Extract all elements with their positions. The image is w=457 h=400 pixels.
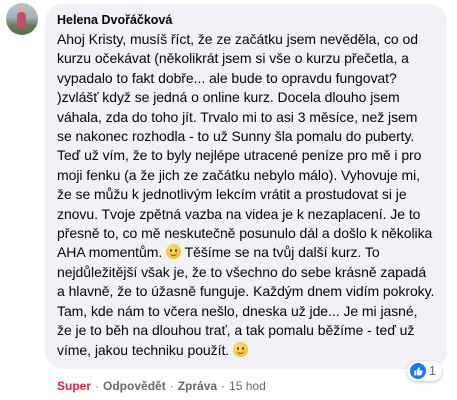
separator: · [221, 379, 226, 393]
timestamp[interactable]: 15 hod [229, 379, 266, 393]
reaction-button[interactable]: Super [57, 379, 91, 393]
comment-bubble: Helena Dvořáčková Ahoj Kristy, musíš říc… [45, 4, 447, 369]
like-icon [410, 363, 426, 379]
separator: · [169, 379, 174, 393]
comment-text: Ahoj Kristy, musíš říct, že ze začátku j… [57, 30, 435, 360]
comment-text-part-2: Těšíme se na tvůj další kurz. To nejdůle… [57, 244, 435, 358]
smile-emoji-icon [232, 341, 248, 357]
comment-container: Helena Dvořáčková Ahoj Kristy, musíš říc… [0, 0, 457, 400]
smile-emoji-icon [166, 244, 182, 260]
avatar[interactable] [6, 3, 38, 35]
message-button[interactable]: Zpráva [178, 379, 217, 393]
comment-author[interactable]: Helena Dvořáčková [57, 12, 435, 28]
reply-button[interactable]: Odpovědět [103, 379, 166, 393]
separator: · [95, 379, 100, 393]
avatar-figure [17, 12, 26, 28]
reaction-count: 1 [429, 364, 436, 378]
comment-actions: Super · Odpovědět · Zpráva · 15 hod [57, 379, 266, 393]
reaction-summary[interactable]: 1 [407, 361, 442, 381]
comment-text-part-1: Ahoj Kristy, musíš říct, že ze začátku j… [57, 31, 433, 261]
